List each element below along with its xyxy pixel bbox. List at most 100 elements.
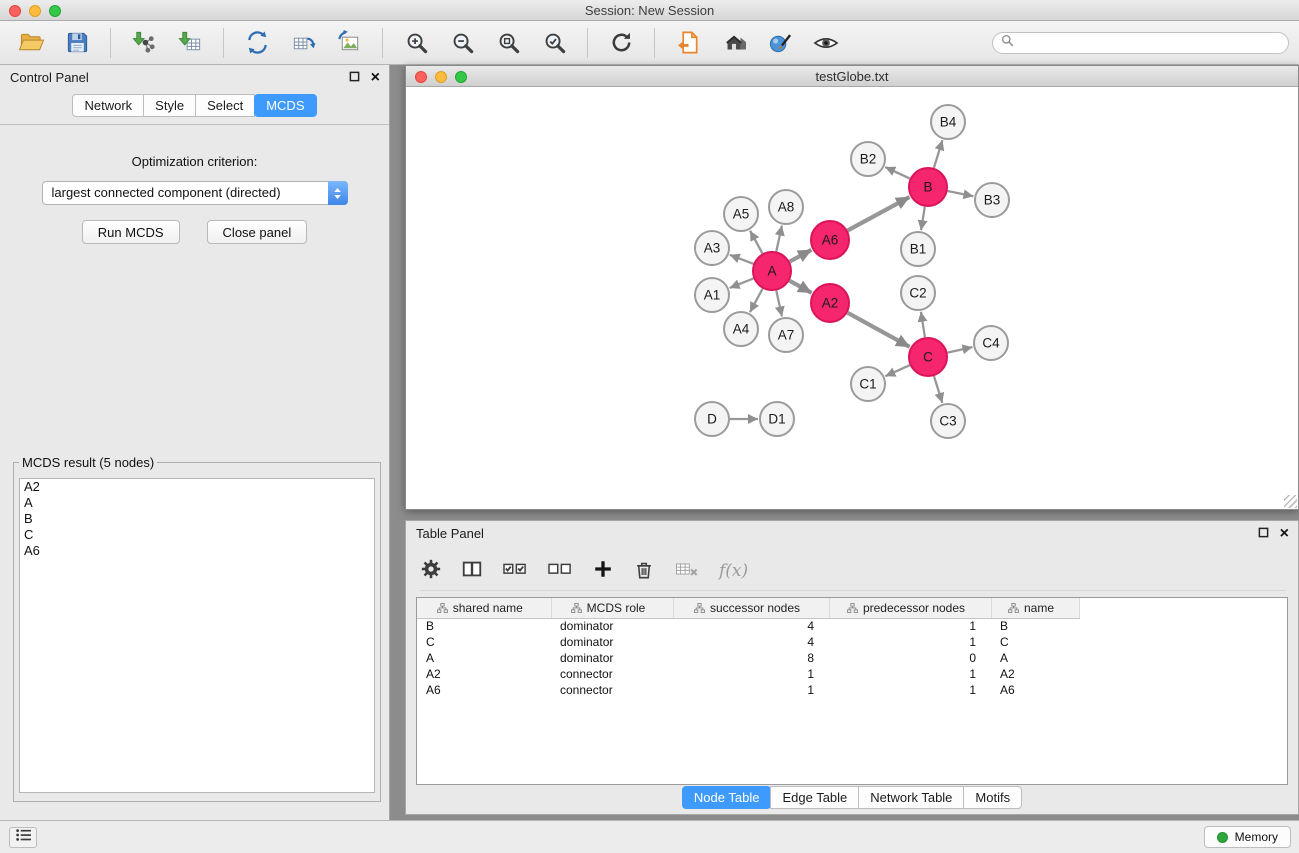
export-image-button[interactable] xyxy=(328,24,370,62)
network-node-D[interactable]: D xyxy=(695,402,729,436)
table-row[interactable]: A2connector11A2 xyxy=(417,666,1079,682)
table-cell[interactable]: 1 xyxy=(829,666,991,682)
network-node-C[interactable]: C xyxy=(909,338,947,376)
minimize-window-button[interactable] xyxy=(29,5,41,17)
zoom-window-button[interactable] xyxy=(49,5,61,17)
close-panel-icon[interactable]: × xyxy=(371,70,380,86)
network-edge-B-B1[interactable] xyxy=(921,207,925,230)
network-node-C2[interactable]: C2 xyxy=(901,276,935,310)
import-network-from-file-button[interactable] xyxy=(123,24,165,62)
network-node-B1[interactable]: B1 xyxy=(901,232,935,266)
column-header-predecessor-nodes[interactable]: predecessor nodes xyxy=(829,598,991,618)
tab-edge-table[interactable]: Edge Table xyxy=(770,786,859,809)
zoom-out-button[interactable] xyxy=(441,24,483,62)
network-node-A8[interactable]: A8 xyxy=(769,190,803,224)
export-table-button[interactable] xyxy=(282,24,324,62)
result-item[interactable]: A2 xyxy=(20,479,374,495)
column-header-MCDS-role[interactable]: MCDS role xyxy=(551,598,673,618)
network-edge-B-B3[interactable] xyxy=(948,191,974,196)
network-node-A1[interactable]: A1 xyxy=(695,278,729,312)
tab-node-table[interactable]: Node Table xyxy=(682,786,772,809)
table-cell[interactable]: A xyxy=(991,650,1079,666)
network-graph[interactable]: B4B2BB3A5A8A6B1A3AC2A1A2A4A7CC4C1C3DD1 xyxy=(406,87,1298,509)
criterion-dropdown[interactable]: largest connected component (directed) xyxy=(42,181,348,205)
network-edge-A6-B[interactable] xyxy=(848,197,910,230)
deselect-all-rows-button[interactable] xyxy=(547,558,573,583)
run-mcds-button[interactable]: Run MCDS xyxy=(82,220,180,244)
table-cell[interactable]: C xyxy=(417,634,551,650)
table-cell[interactable]: A2 xyxy=(417,666,551,682)
table-cell[interactable]: A xyxy=(417,650,551,666)
zoom-fit-button[interactable] xyxy=(487,24,529,62)
export-network-button[interactable] xyxy=(236,24,278,62)
close-table-panel-icon[interactable]: × xyxy=(1280,526,1289,542)
network-node-A7[interactable]: A7 xyxy=(769,318,803,352)
cytoscape-home-button[interactable] xyxy=(713,24,755,62)
column-header-shared-name[interactable]: shared name xyxy=(417,598,551,618)
result-item[interactable]: A6 xyxy=(20,543,374,559)
network-node-A3[interactable]: A3 xyxy=(695,231,729,265)
table-row[interactable]: Cdominator41C xyxy=(417,634,1079,650)
network-edge-A-A2[interactable] xyxy=(790,281,812,293)
network-edge-C-C4[interactable] xyxy=(948,347,973,353)
tab-motifs[interactable]: Motifs xyxy=(963,786,1022,809)
column-header-name[interactable]: name xyxy=(991,598,1079,618)
table-cell[interactable]: C xyxy=(991,634,1079,650)
create-column-button[interactable] xyxy=(592,558,614,583)
open-documentation-button[interactable] xyxy=(667,24,709,62)
network-edge-B-B4[interactable] xyxy=(934,140,943,168)
network-edge-A-A3[interactable] xyxy=(730,255,754,264)
network-node-B[interactable]: B xyxy=(909,168,947,206)
table-cell[interactable]: 0 xyxy=(829,650,991,666)
network-node-C4[interactable]: C4 xyxy=(974,326,1008,360)
network-edge-A2-C[interactable] xyxy=(848,313,910,347)
mcds-result-list[interactable]: A2ABCA6 xyxy=(19,478,375,793)
column-header-successor-nodes[interactable]: successor nodes xyxy=(673,598,829,618)
table-cell[interactable]: 1 xyxy=(673,666,829,682)
close-window-button[interactable] xyxy=(9,5,21,17)
network-edge-A-A7[interactable] xyxy=(776,291,782,317)
delete-table-button[interactable] xyxy=(674,558,700,583)
network-edge-C-C1[interactable] xyxy=(885,365,909,376)
apply-layout-button[interactable] xyxy=(600,24,642,62)
table-cell[interactable]: 4 xyxy=(673,618,829,634)
table-cell[interactable]: A2 xyxy=(991,666,1079,682)
network-edge-A-A8[interactable] xyxy=(776,226,782,252)
tab-network[interactable]: Network xyxy=(72,94,144,117)
network-edge-A-A5[interactable] xyxy=(750,231,762,254)
network-node-B3[interactable]: B3 xyxy=(975,183,1009,217)
result-item[interactable]: A xyxy=(20,495,374,511)
table-cell[interactable]: B xyxy=(991,618,1079,634)
tab-select[interactable]: Select xyxy=(195,94,255,117)
table-cell[interactable]: 1 xyxy=(829,618,991,634)
tab-network-table[interactable]: Network Table xyxy=(858,786,964,809)
network-node-D1[interactable]: D1 xyxy=(760,402,794,436)
import-table-from-file-button[interactable] xyxy=(169,24,211,62)
network-node-A6[interactable]: A6 xyxy=(811,221,849,259)
table-cell[interactable]: connector xyxy=(551,666,673,682)
function-builder-button[interactable]: f(x) xyxy=(719,561,748,581)
network-minimize-button[interactable] xyxy=(435,71,447,83)
table-row[interactable]: Adominator80A xyxy=(417,650,1079,666)
network-edge-C-C2[interactable] xyxy=(921,312,925,337)
close-panel-button[interactable]: Close panel xyxy=(207,220,308,244)
table-cell[interactable]: 1 xyxy=(673,682,829,698)
network-node-A4[interactable]: A4 xyxy=(724,312,758,346)
table-row[interactable]: A6connector11A6 xyxy=(417,682,1079,698)
network-edge-C-C3[interactable] xyxy=(934,376,942,403)
table-cell[interactable]: dominator xyxy=(551,618,673,634)
network-node-B2[interactable]: B2 xyxy=(851,142,885,176)
table-cell[interactable]: dominator xyxy=(551,650,673,666)
save-session-button[interactable] xyxy=(56,24,98,62)
show-columns-button[interactable] xyxy=(461,558,483,583)
network-node-C1[interactable]: C1 xyxy=(851,367,885,401)
network-edge-A-A4[interactable] xyxy=(750,289,763,313)
network-node-A2[interactable]: A2 xyxy=(811,284,849,322)
network-zoom-button[interactable] xyxy=(455,71,467,83)
select-all-rows-button[interactable] xyxy=(502,558,528,583)
network-edge-A-A6[interactable] xyxy=(790,250,812,262)
table-row[interactable]: Bdominator41B xyxy=(417,618,1079,634)
table-cell[interactable]: 1 xyxy=(829,634,991,650)
result-item[interactable]: C xyxy=(20,527,374,543)
table-options-button[interactable] xyxy=(420,558,442,583)
